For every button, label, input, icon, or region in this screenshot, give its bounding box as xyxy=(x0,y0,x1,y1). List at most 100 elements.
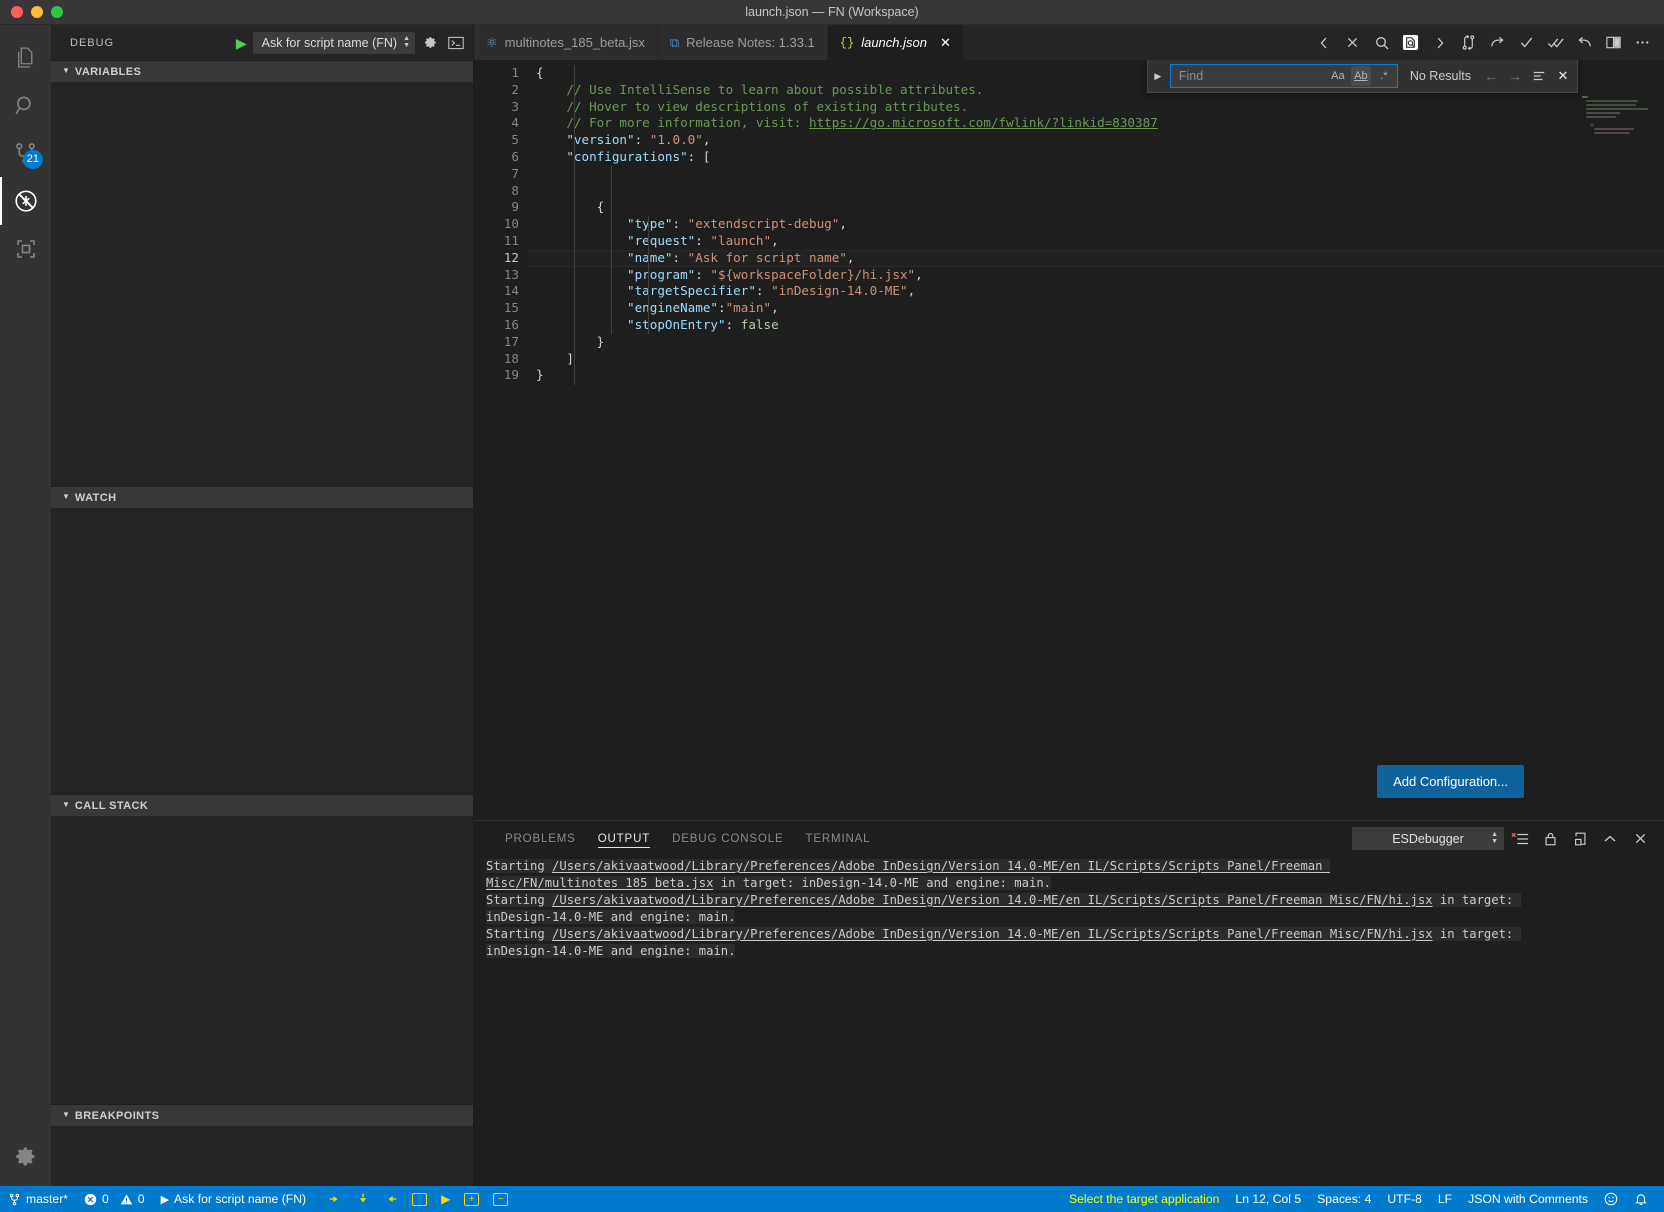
use-regex-toggle[interactable]: .* xyxy=(1374,66,1394,86)
find-previous-button[interactable]: ← xyxy=(1481,66,1501,86)
debug-configuration-dropdown[interactable]: Ask for script name (FN) ▲ ▼ xyxy=(252,31,415,54)
files-icon xyxy=(13,45,38,70)
expand-all-button[interactable]: + xyxy=(464,1192,480,1206)
code-line[interactable]: "version": "1.0.0", xyxy=(528,132,1664,149)
sidebar-item-explorer[interactable] xyxy=(0,33,51,81)
collapse-all-button[interactable]: − xyxy=(493,1192,509,1206)
toggle-replace-button[interactable]: ▶ xyxy=(1150,71,1166,82)
open-in-editor-button[interactable] xyxy=(1566,825,1594,853)
code-line[interactable]: "program": "${workspaceFolder}/hi.jsx", xyxy=(528,267,1664,284)
output-path-link[interactable]: /Users/akivaatwood/Library/Preferences/A… xyxy=(552,892,1433,907)
window-traffic-lights[interactable] xyxy=(0,6,63,18)
status-debug-config[interactable]: ▶ Ask for script name (FN) xyxy=(153,1186,315,1212)
tab-terminal[interactable]: TERMINAL xyxy=(794,821,881,856)
next-change-button[interactable] xyxy=(1425,25,1454,60)
close-icon[interactable]: ✕ xyxy=(1553,66,1573,86)
match-case-toggle[interactable]: Aa xyxy=(1328,66,1348,86)
find-widget[interactable]: ▶ Aa Ab .* No Results ← → ✕ xyxy=(1146,60,1578,93)
find-in-file-button[interactable] xyxy=(1396,25,1425,60)
close-icon[interactable]: ✕ xyxy=(940,35,951,51)
breakpoints-section-header[interactable]: ▼ BREAKPOINTS xyxy=(51,1104,473,1126)
sidebar-item-search[interactable] xyxy=(0,81,51,129)
status-eol[interactable]: LF xyxy=(1430,1186,1460,1212)
step-out-button[interactable] xyxy=(384,1192,398,1206)
code-line[interactable] xyxy=(528,166,1664,183)
minimize-window-button[interactable] xyxy=(31,6,43,18)
close-window-button[interactable] xyxy=(11,6,23,18)
find-input-container[interactable]: Aa Ab .* xyxy=(1169,64,1398,88)
stage-all-button[interactable] xyxy=(1541,25,1570,60)
status-target-message[interactable]: Select the target application xyxy=(1061,1186,1227,1212)
add-configuration-button[interactable]: Add Configuration... xyxy=(1377,765,1524,798)
tab-release-notes[interactable]: ⧉ Release Notes: 1.33.1 xyxy=(657,25,828,60)
status-branch[interactable]: master* xyxy=(0,1186,76,1212)
split-editor-button[interactable] xyxy=(1599,25,1628,60)
call-stack-section-header[interactable]: ▼ CALL STACK xyxy=(51,794,473,816)
stage-change-button[interactable] xyxy=(1512,25,1541,60)
code-line[interactable]: "type": "extendscript-debug", xyxy=(528,216,1664,233)
find-input[interactable] xyxy=(1178,69,1325,83)
code-line[interactable]: "stopOnEntry": false xyxy=(528,317,1664,334)
status-encoding[interactable]: UTF-8 xyxy=(1379,1186,1430,1212)
tab-launch-json[interactable]: {} launch.json ✕ xyxy=(827,25,964,60)
continue-button[interactable]: ▶ xyxy=(441,1192,450,1206)
tab-debug-console[interactable]: DEBUG CONSOLE xyxy=(661,821,794,856)
redo-change-button[interactable] xyxy=(1483,25,1512,60)
line-number: 10 xyxy=(503,216,519,232)
status-language-mode[interactable]: JSON with Comments xyxy=(1460,1186,1596,1212)
clear-output-button[interactable] xyxy=(1506,825,1534,853)
open-debug-console-button[interactable] xyxy=(445,32,467,54)
status-indentation[interactable]: Spaces: 4 xyxy=(1309,1186,1379,1212)
code-line[interactable]: "configurations": [ xyxy=(528,149,1664,166)
match-whole-word-toggle[interactable]: Ab xyxy=(1350,66,1371,86)
code-lines[interactable]: { // Use IntelliSense to learn about pos… xyxy=(528,65,1664,385)
previous-change-button[interactable] xyxy=(1309,25,1338,60)
call-stack-section: ▼ CALL STACK xyxy=(51,794,473,1104)
tab-multinotes[interactable]: ⚛ multinotes_185_beta.jsx xyxy=(474,25,658,60)
find-in-selection-icon[interactable] xyxy=(1529,66,1549,86)
code-line[interactable]: { xyxy=(528,199,1664,216)
code-line[interactable] xyxy=(528,183,1664,200)
start-debugging-button[interactable]: ▶ xyxy=(234,36,249,50)
output-channel-dropdown[interactable]: ESDebugger ▲ ▼ xyxy=(1352,827,1504,850)
variables-section-header[interactable]: ▼ VARIABLES xyxy=(51,60,473,82)
code-line[interactable]: "name": "Ask for script name", xyxy=(528,249,1664,267)
code-line[interactable]: } xyxy=(528,334,1664,351)
undo-change-button[interactable] xyxy=(1570,25,1599,60)
step-into-button[interactable] xyxy=(356,1192,370,1206)
code-line[interactable]: ] xyxy=(528,351,1664,368)
sidebar-item-debug[interactable] xyxy=(0,177,51,225)
code-line[interactable]: } xyxy=(528,367,1664,384)
output-view[interactable]: Starting /Users/akivaatwood/Library/Pref… xyxy=(474,856,1664,1186)
code-line[interactable]: "targetSpecifier": "inDesign-14.0-ME", xyxy=(528,283,1664,300)
step-over-button[interactable] xyxy=(328,1192,342,1206)
maximize-panel-button[interactable] xyxy=(1596,825,1624,853)
debug-settings-button[interactable] xyxy=(419,32,441,54)
tab-problems[interactable]: PROBLEMS xyxy=(494,821,587,856)
minimap[interactable] xyxy=(1578,96,1662,146)
code-line[interactable]: "request": "launch", xyxy=(528,233,1664,250)
status-notifications[interactable] xyxy=(1626,1186,1656,1212)
sidebar-item-source-control[interactable]: 21 xyxy=(0,129,51,177)
status-cursor-position[interactable]: Ln 12, Col 5 xyxy=(1227,1186,1309,1212)
code-line[interactable]: // For more information, visit: https://… xyxy=(528,115,1664,132)
manage-settings-button[interactable] xyxy=(0,1138,51,1186)
code-line[interactable]: "engineName":"main", xyxy=(528,300,1664,317)
tab-output[interactable]: OUTPUT xyxy=(587,821,661,856)
lock-scroll-button[interactable] xyxy=(1536,825,1564,853)
stop-debug-button[interactable] xyxy=(412,1192,428,1206)
compare-changes-button[interactable] xyxy=(1454,25,1483,60)
sidebar-item-extensions[interactable] xyxy=(0,225,51,273)
more-actions-button[interactable] xyxy=(1628,25,1657,60)
code-line[interactable]: // Hover to view descriptions of existin… xyxy=(528,99,1664,116)
output-path-link[interactable]: /Users/akivaatwood/Library/Preferences/A… xyxy=(552,926,1433,941)
status-problems[interactable]: 0 0 xyxy=(76,1186,153,1212)
status-feedback[interactable] xyxy=(1596,1186,1626,1212)
close-diff-button[interactable] xyxy=(1338,25,1367,60)
editor-content[interactable]: 1 2 3 4 5 6 7 8 9 10 11 12 13 14 15 16 17 18 19 { // Use I… xyxy=(474,60,1664,820)
find-button[interactable] xyxy=(1367,25,1396,60)
find-next-button[interactable]: → xyxy=(1505,66,1525,86)
close-panel-button[interactable] xyxy=(1626,825,1654,853)
maximize-window-button[interactable] xyxy=(51,6,63,18)
watch-section-header[interactable]: ▼ WATCH xyxy=(51,486,473,508)
